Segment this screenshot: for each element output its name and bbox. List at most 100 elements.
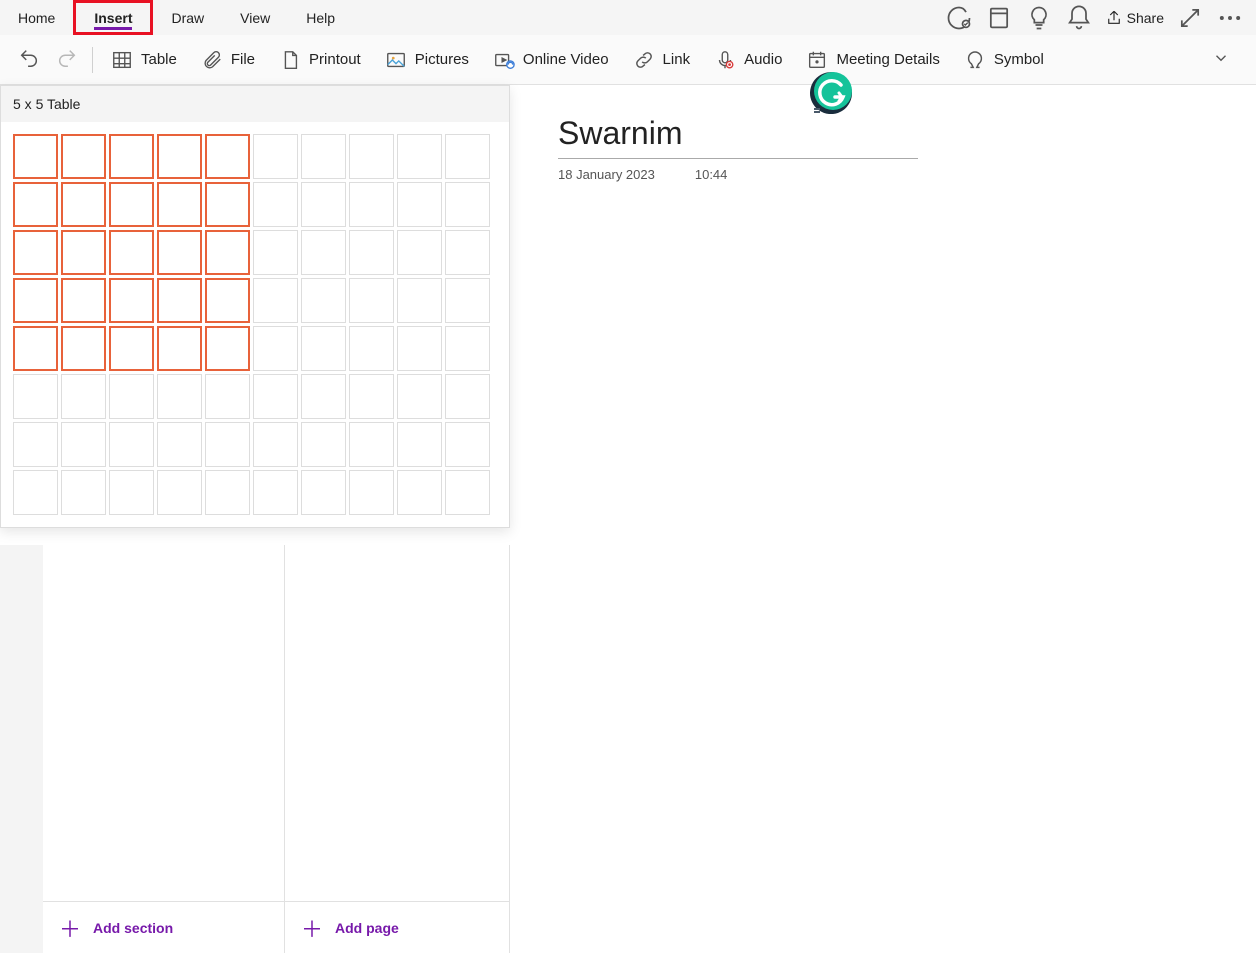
table-picker-cell[interactable] xyxy=(349,422,394,467)
table-picker-cell[interactable] xyxy=(13,470,58,515)
table-picker-cell[interactable] xyxy=(253,182,298,227)
table-picker-cell[interactable] xyxy=(61,470,106,515)
table-picker-cell[interactable] xyxy=(109,470,154,515)
table-picker-cell[interactable] xyxy=(205,230,250,275)
add-section-button[interactable]: ＋ Add section xyxy=(43,901,284,953)
page-list[interactable] xyxy=(285,545,509,901)
table-picker-cell[interactable] xyxy=(397,134,442,179)
menu-tab-draw[interactable]: Draw xyxy=(153,0,222,35)
table-picker-cell[interactable] xyxy=(397,278,442,323)
ribbon-collapse-chevron[interactable] xyxy=(1196,49,1246,70)
add-page-button[interactable]: ＋ Add page xyxy=(285,901,509,953)
table-picker-cell[interactable] xyxy=(349,134,394,179)
share-button[interactable]: Share xyxy=(1105,9,1164,27)
table-picker-cell[interactable] xyxy=(13,230,58,275)
table-picker-cell[interactable] xyxy=(253,134,298,179)
table-picker-cell[interactable] xyxy=(109,374,154,419)
table-picker-cell[interactable] xyxy=(109,326,154,371)
ribbon-link-button[interactable]: Link xyxy=(621,35,703,85)
ribbon-file-button[interactable]: File xyxy=(189,35,267,85)
table-picker-cell[interactable] xyxy=(205,182,250,227)
table-picker-cell[interactable] xyxy=(349,182,394,227)
table-picker-cell[interactable] xyxy=(445,230,490,275)
table-picker-cell[interactable] xyxy=(61,374,106,419)
table-picker-cell[interactable] xyxy=(205,278,250,323)
table-picker-grid[interactable] xyxy=(1,122,509,527)
page-date[interactable]: 18 January 2023 xyxy=(558,167,655,182)
table-picker-cell[interactable] xyxy=(253,374,298,419)
table-picker-cell[interactable] xyxy=(13,278,58,323)
table-picker-cell[interactable] xyxy=(109,422,154,467)
table-picker-cell[interactable] xyxy=(253,470,298,515)
table-picker-cell[interactable] xyxy=(157,134,202,179)
table-picker-cell[interactable] xyxy=(397,230,442,275)
table-picker-cell[interactable] xyxy=(13,134,58,179)
table-picker-cell[interactable] xyxy=(397,422,442,467)
table-picker-cell[interactable] xyxy=(205,134,250,179)
menu-tab-help[interactable]: Help xyxy=(288,0,353,35)
table-picker-cell[interactable] xyxy=(301,230,346,275)
table-picker-cell[interactable] xyxy=(205,326,250,371)
table-picker-cell[interactable] xyxy=(205,374,250,419)
table-picker-cell[interactable] xyxy=(301,134,346,179)
table-picker-cell[interactable] xyxy=(445,470,490,515)
page-title[interactable]: Swarnim xyxy=(558,115,1208,156)
table-picker-cell[interactable] xyxy=(349,470,394,515)
menu-tab-home[interactable]: Home xyxy=(0,0,73,35)
table-picker-cell[interactable] xyxy=(349,326,394,371)
table-picker-cell[interactable] xyxy=(445,326,490,371)
table-picker-cell[interactable] xyxy=(397,374,442,419)
grammarly-badge-icon[interactable] xyxy=(810,70,856,116)
page-canvas[interactable]: Swarnim 18 January 2023 10:44 xyxy=(510,85,1256,953)
table-picker-cell[interactable] xyxy=(13,422,58,467)
undo-button[interactable] xyxy=(10,47,48,72)
table-picker-cell[interactable] xyxy=(349,278,394,323)
table-picker-cell[interactable] xyxy=(157,182,202,227)
table-picker-cell[interactable] xyxy=(445,182,490,227)
table-picker-cell[interactable] xyxy=(253,422,298,467)
table-picker-cell[interactable] xyxy=(61,326,106,371)
table-picker-cell[interactable] xyxy=(205,422,250,467)
table-picker-cell[interactable] xyxy=(445,278,490,323)
table-picker-cell[interactable] xyxy=(397,326,442,371)
table-picker-cell[interactable] xyxy=(157,374,202,419)
table-picker-cell[interactable] xyxy=(301,374,346,419)
ribbon-online-video-button[interactable]: Online Video xyxy=(481,35,621,85)
table-picker-cell[interactable] xyxy=(253,278,298,323)
table-picker-cell[interactable] xyxy=(157,326,202,371)
table-picker-cell[interactable] xyxy=(445,134,490,179)
table-picker-cell[interactable] xyxy=(253,230,298,275)
menu-tab-view[interactable]: View xyxy=(222,0,288,35)
table-picker-cell[interactable] xyxy=(349,374,394,419)
more-options-icon[interactable] xyxy=(1216,4,1244,32)
table-picker-cell[interactable] xyxy=(397,182,442,227)
table-picker-cell[interactable] xyxy=(61,230,106,275)
table-picker-cell[interactable] xyxy=(157,230,202,275)
notification-bell-icon[interactable] xyxy=(1065,4,1093,32)
table-picker-cell[interactable] xyxy=(61,278,106,323)
table-picker-cell[interactable] xyxy=(157,422,202,467)
table-picker-cell[interactable] xyxy=(397,470,442,515)
table-picker-cell[interactable] xyxy=(13,182,58,227)
page-time[interactable]: 10:44 xyxy=(695,167,728,182)
table-picker-cell[interactable] xyxy=(61,134,106,179)
table-picker-cell[interactable] xyxy=(157,278,202,323)
lightbulb-icon[interactable] xyxy=(1025,4,1053,32)
table-picker-cell[interactable] xyxy=(301,326,346,371)
table-picker-cell[interactable] xyxy=(253,326,298,371)
table-picker-cell[interactable] xyxy=(109,230,154,275)
table-picker-cell[interactable] xyxy=(445,374,490,419)
table-picker-cell[interactable] xyxy=(445,422,490,467)
section-list[interactable] xyxy=(43,545,284,901)
sync-status-icon[interactable] xyxy=(945,4,973,32)
ribbon-audio-button[interactable]: Audio xyxy=(702,35,794,85)
collapsed-nav-gutter[interactable] xyxy=(0,545,43,953)
table-picker-cell[interactable] xyxy=(109,278,154,323)
table-picker-cell[interactable] xyxy=(13,374,58,419)
table-picker-cell[interactable] xyxy=(13,326,58,371)
table-picker-cell[interactable] xyxy=(157,470,202,515)
table-picker-cell[interactable] xyxy=(61,182,106,227)
table-picker-cell[interactable] xyxy=(205,470,250,515)
table-picker-cell[interactable] xyxy=(109,182,154,227)
table-picker-cell[interactable] xyxy=(301,422,346,467)
